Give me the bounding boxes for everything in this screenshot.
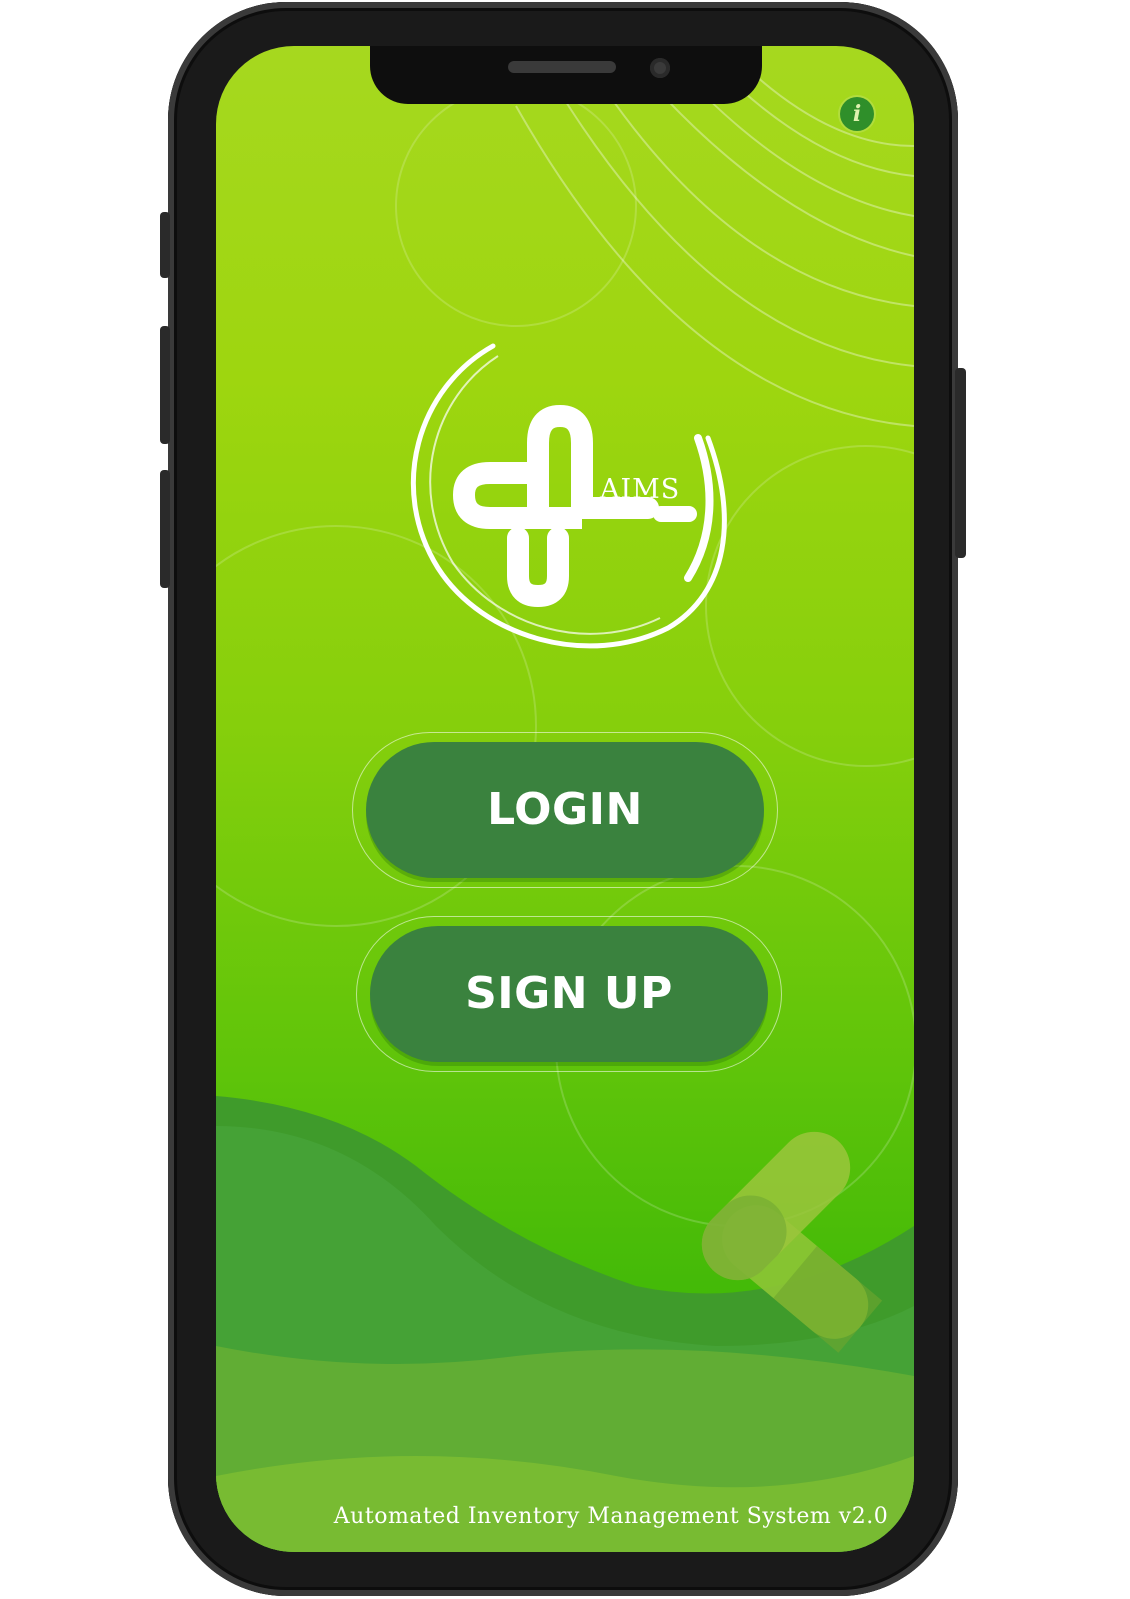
info-icon[interactable]: i (840, 97, 874, 131)
logo-text: AIMS (600, 474, 681, 505)
notch (370, 46, 762, 104)
volume-up-button (160, 326, 170, 444)
login-button[interactable]: LOGIN (366, 742, 764, 878)
stage: i AIMS LOGIN SIGN UP Automated Inventory… (0, 0, 1130, 1599)
speaker-grille (508, 61, 616, 73)
volume-down-button (160, 470, 170, 588)
power-button (955, 368, 966, 558)
front-camera (650, 58, 670, 78)
mute-switch (160, 212, 170, 278)
app-tagline: Automated Inventory Management System v2… (333, 1504, 889, 1529)
signup-button[interactable]: SIGN UP (370, 926, 768, 1062)
aims-logo (410, 343, 727, 649)
